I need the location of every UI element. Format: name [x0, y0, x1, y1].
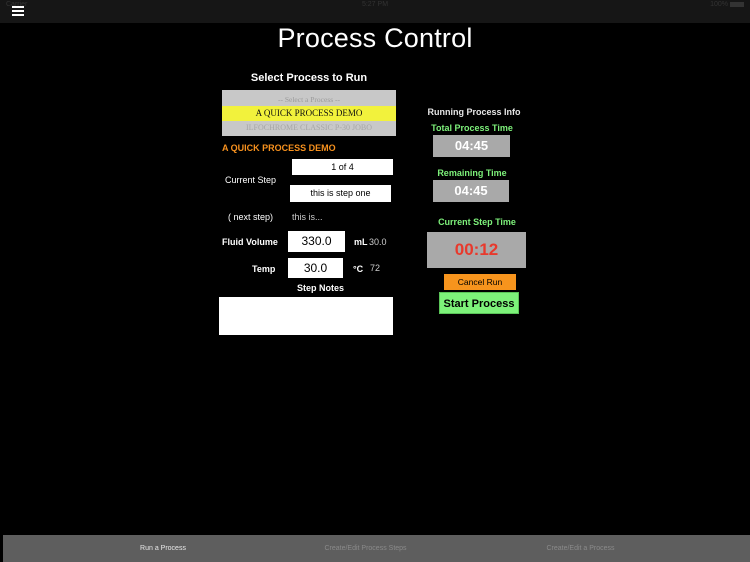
step-time-label: Current Step Time [438, 217, 516, 227]
next-step-label: ( next step) [228, 212, 274, 222]
tab-bar: Run a Process Create/Edit Process Steps … [3, 535, 750, 562]
process-picker[interactable]: -- Select a Process -- A QUICK PROCESS D… [222, 90, 396, 136]
remaining-time-display: 04:45 [433, 180, 509, 202]
remaining-time-label: Remaining Time [437, 168, 507, 178]
temp-label: Temp [252, 264, 276, 274]
select-process-heading: Select Process to Run [250, 72, 368, 84]
tab-edit-process-steps[interactable]: Create/Edit Process Steps [303, 535, 428, 562]
tab-run-process[interactable]: Run a Process [103, 535, 223, 562]
temp-input[interactable]: 30.0 [288, 258, 343, 278]
temp-unit: °C [353, 264, 364, 274]
start-process-button[interactable]: Start Process [439, 292, 519, 314]
page-title: Process Control [277, 23, 473, 53]
battery-percent: 100% [710, 1, 728, 8]
fluid-volume-label: Fluid Volume [222, 237, 278, 247]
step-name-field: this is step one [290, 185, 391, 202]
picker-option[interactable]: ILFOCHROME CLASSIC P-30 JOBO [222, 121, 396, 134]
running-info-heading: Running Process Info [427, 107, 521, 117]
hamburger-menu-icon[interactable] [12, 6, 24, 16]
total-time-display: 04:45 [433, 135, 510, 157]
battery-indicator: 100% [710, 1, 744, 8]
step-count-field: 1 of 4 [292, 159, 393, 175]
fluid-volume-unit: mL [354, 237, 368, 247]
cancel-run-button[interactable]: Cancel Run [444, 274, 516, 290]
step-time-display: 00:12 [427, 232, 526, 268]
picker-option-selected[interactable]: A QUICK PROCESS DEMO [222, 106, 396, 121]
current-step-label: Current Step [225, 175, 277, 185]
fluid-volume-input[interactable]: 330.0 [288, 231, 345, 252]
status-bar: Carrier 5:27 PM 100% [0, 0, 750, 23]
tab-edit-process[interactable]: Create/Edit a Process [523, 535, 638, 562]
step-notes-field[interactable] [219, 297, 393, 335]
battery-icon [730, 1, 744, 7]
picker-option[interactable]: -- Select a Process -- [222, 93, 396, 106]
clock: 5:27 PM [361, 1, 389, 8]
fluid-volume-reference: 30.0 [369, 237, 387, 247]
total-time-label: Total Process Time [431, 123, 513, 133]
next-step-value: this is... [292, 212, 323, 222]
current-process-name: A QUICK PROCESS DEMO [222, 143, 336, 153]
temp-reference: 72 [370, 263, 381, 273]
step-notes-label: Step Notes [297, 283, 345, 293]
